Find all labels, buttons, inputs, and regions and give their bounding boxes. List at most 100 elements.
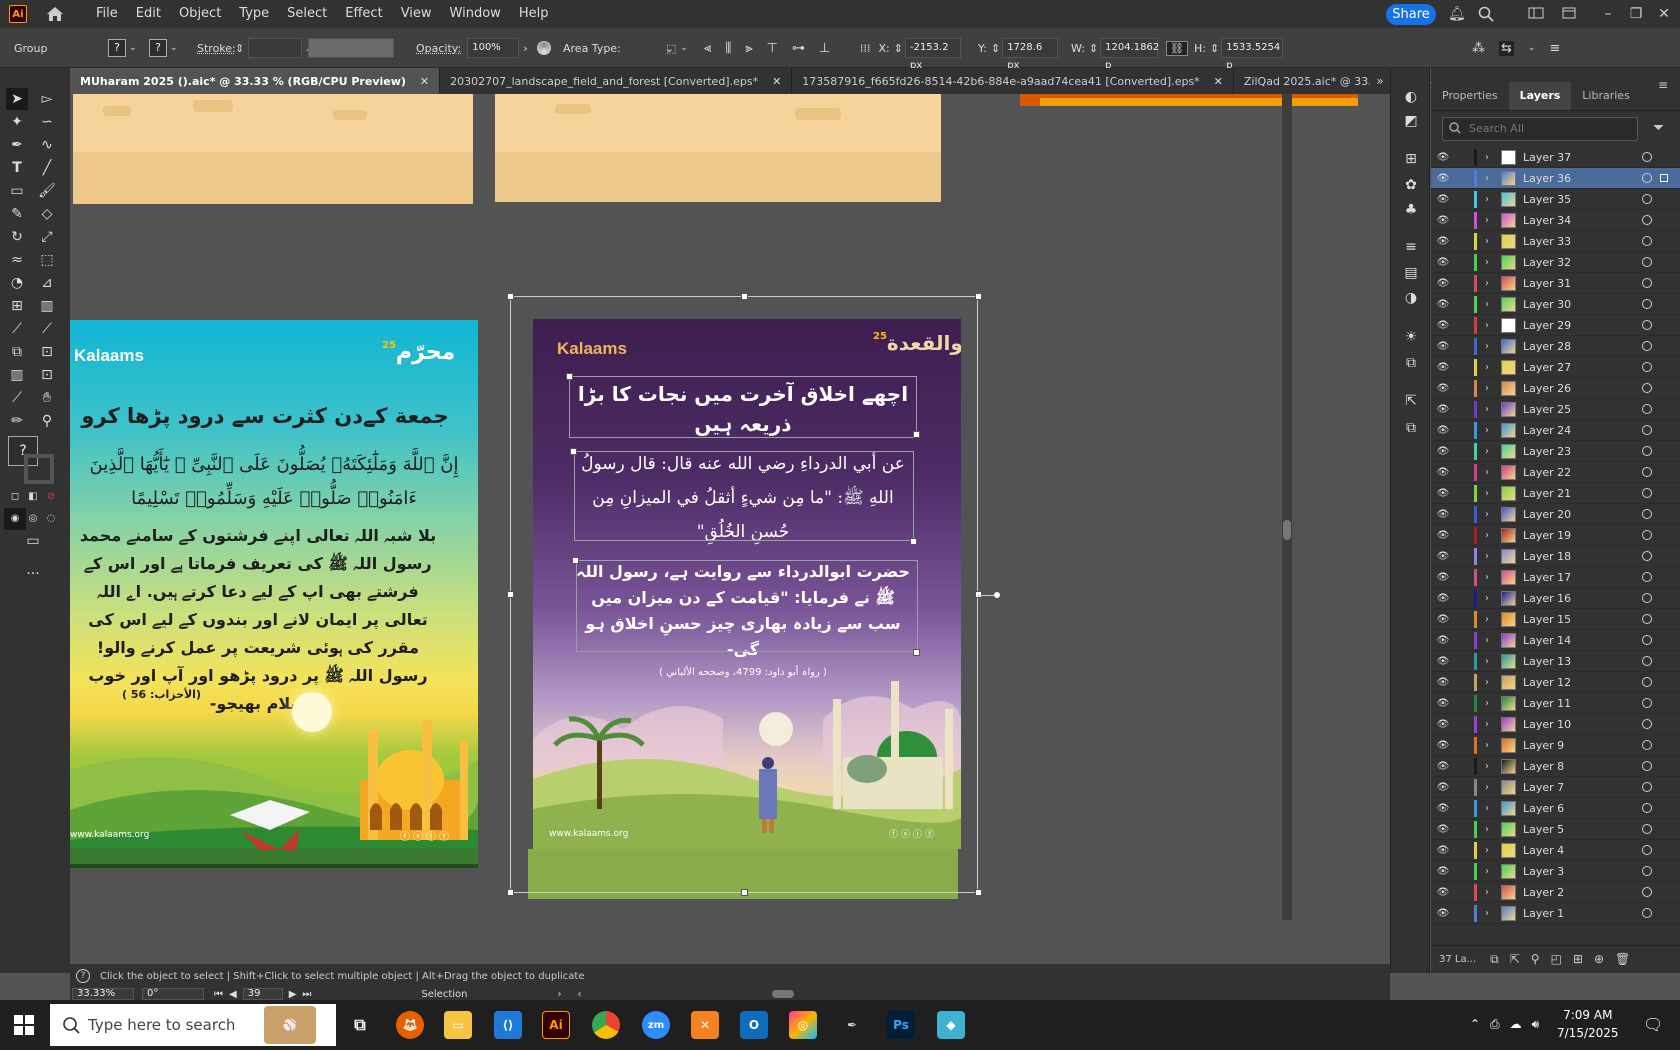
restore-icon[interactable]: ❐ (1628, 6, 1644, 22)
visibility-eye-icon[interactable]: 👁︎ (1431, 656, 1455, 667)
selection-bounding-box[interactable] (510, 296, 978, 893)
notifications-icon[interactable]: 🗨︎ (1643, 1015, 1663, 1034)
layer-row[interactable]: 👁︎ › Layer 4 (1431, 840, 1680, 861)
text-frame-handle[interactable] (566, 373, 573, 380)
zoom-tool-icon[interactable]: ⚲ (36, 410, 58, 432)
chevron-down-icon[interactable]: ⌄ (680, 43, 688, 53)
target-circle-icon[interactable] (1642, 761, 1652, 771)
tabs-overflow-icon[interactable]: » (1370, 68, 1390, 94)
width-tool-icon[interactable]: ≈ (6, 249, 28, 271)
visibility-eye-icon[interactable]: 👁︎ (1431, 530, 1455, 541)
canvas[interactable]: Kalaams محرّم25 جمعة کےدن کثرت سے درود پ… (70, 94, 1370, 964)
graphic-styles-icon[interactable]: ⊞ (1400, 148, 1422, 170)
layer-row[interactable]: 👁︎ › Layer 7 (1431, 777, 1680, 798)
expand-chevron-icon[interactable]: › (1477, 278, 1497, 289)
target-circle-icon[interactable] (1642, 236, 1652, 246)
vscode-icon[interactable]: ⟨⟩ (494, 1011, 522, 1039)
layer-row[interactable]: 👁︎ › Layer 36 (1431, 168, 1680, 189)
target-circle-icon[interactable] (1642, 803, 1652, 813)
target-circle-icon[interactable] (1642, 845, 1652, 855)
target-circle-icon[interactable] (1642, 635, 1652, 645)
layer-row[interactable]: 👁︎ › Layer 15 (1431, 609, 1680, 630)
eraser-tool-icon[interactable]: ◇ (36, 203, 58, 225)
visibility-eye-icon[interactable]: 👁︎ (1431, 782, 1455, 793)
layer-row[interactable]: 👁︎ › Layer 17 (1431, 567, 1680, 588)
visibility-eye-icon[interactable]: 👁︎ (1431, 614, 1455, 625)
visibility-eye-icon[interactable]: 👁︎ (1431, 677, 1455, 688)
layer-row[interactable]: 👁︎ › Layer 20 (1431, 504, 1680, 525)
target-circle-icon[interactable] (1642, 593, 1652, 603)
resize-handle[interactable] (507, 591, 514, 598)
fill-stroke-swatch[interactable]: ? (8, 436, 56, 484)
visibility-eye-icon[interactable]: 👁︎ (1431, 908, 1455, 919)
creative-cloud-icon[interactable]: ◎ (789, 1011, 817, 1039)
zoom-field[interactable]: 33.33% (72, 988, 134, 1000)
firefox-icon[interactable]: 🦊︎ (396, 1011, 424, 1039)
layers-search-input[interactable]: Search All (1442, 117, 1638, 141)
shaper-tool-icon[interactable]: ✎ (6, 203, 28, 225)
opacity-field[interactable]: 100% (467, 38, 520, 58)
visibility-eye-icon[interactable]: 👁︎ (1431, 866, 1455, 877)
expand-chevron-icon[interactable]: › (1477, 803, 1497, 814)
minimize-icon[interactable]: – (1600, 6, 1616, 22)
expand-chevron-icon[interactable]: › (1477, 173, 1497, 184)
layer-row[interactable]: 👁︎ › Layer 21 (1431, 483, 1680, 504)
layer-row[interactable]: 👁︎ › Layer 28 (1431, 336, 1680, 357)
expand-chevron-icon[interactable]: › (1477, 383, 1497, 394)
target-circle-icon[interactable] (1642, 509, 1652, 519)
layer-row[interactable]: 👁︎ › Layer 37 (1431, 147, 1680, 168)
menu-select[interactable]: Select (278, 0, 336, 28)
layer-row[interactable]: 👁︎ › Layer 25 (1431, 399, 1680, 420)
target-circle-icon[interactable] (1642, 383, 1652, 393)
expand-chevron-icon[interactable]: › (1477, 509, 1497, 520)
chrome-icon[interactable] (592, 1011, 620, 1039)
chevron-right-icon[interactable]: › (523, 42, 527, 55)
close-window-icon[interactable]: ✕ (1656, 6, 1672, 22)
visibility-eye-icon[interactable]: 👁︎ (1431, 593, 1455, 604)
expand-chevron-icon[interactable]: › (1477, 845, 1497, 856)
visibility-eye-icon[interactable]: 👁︎ (1431, 845, 1455, 856)
close-tab-icon[interactable]: ✕ (1214, 75, 1223, 88)
target-circle-icon[interactable] (1642, 467, 1652, 477)
zoom-icon[interactable]: zm (642, 1011, 670, 1039)
visibility-eye-icon[interactable]: 👁︎ (1431, 509, 1455, 520)
asset-export-icon[interactable]: ⧉ (1400, 417, 1422, 439)
menu-type[interactable]: Type (230, 0, 278, 28)
document-tab[interactable]: 173587916_f665fd26-8514-42b6-884e-a9aad7… (792, 68, 1234, 94)
artboards-panel-icon[interactable]: ⧉ (1400, 352, 1422, 374)
color-guide-icon[interactable]: ☀ (1400, 326, 1422, 348)
width-field[interactable]: 1204.1862 p (1100, 38, 1159, 71)
clock[interactable]: 7:09 AM 7/15/2025 (1557, 1006, 1619, 1042)
visibility-eye-icon[interactable]: 👁︎ (1431, 446, 1455, 457)
app-icon[interactable]: ◆ (937, 1011, 965, 1039)
layer-row[interactable]: 👁︎ › Layer 16 (1431, 588, 1680, 609)
illustrator-taskbar-icon[interactable]: Ai (542, 1011, 570, 1039)
rectangle-tool-icon[interactable]: ▭ (6, 180, 28, 202)
target-circle-icon[interactable] (1642, 677, 1652, 687)
stroke-swatch[interactable]: ? (149, 39, 167, 57)
new-sublayer-icon[interactable]: ⊞ (1573, 952, 1594, 966)
menu-effect[interactable]: Effect (336, 0, 391, 28)
gradient-tool-icon[interactable]: ▥ (36, 295, 58, 317)
artboard-field[interactable]: 39 (242, 988, 283, 1000)
direct-selection-tool-icon[interactable]: ▻ (36, 88, 58, 110)
fill-swatch[interactable]: ? (108, 39, 126, 57)
target-circle-icon[interactable] (1642, 530, 1652, 540)
blend-tool-icon[interactable]: ⧉ (6, 341, 28, 363)
expand-chevron-icon[interactable]: › (1477, 635, 1497, 646)
panel-tab-properties[interactable]: Properties (1431, 82, 1509, 110)
panel-tab-libraries[interactable]: Libraries (1571, 82, 1641, 110)
text-frame-handle[interactable] (910, 538, 917, 545)
layer-row[interactable]: 👁︎ › Layer 29 (1431, 315, 1680, 336)
layer-row[interactable]: 👁︎ › Layer 34 (1431, 210, 1680, 231)
task-view-icon[interactable]: ⧉ (346, 1011, 374, 1039)
visibility-eye-icon[interactable]: 👁︎ (1431, 635, 1455, 646)
visibility-eye-icon[interactable]: 👁︎ (1431, 719, 1455, 730)
resize-handle[interactable] (507, 889, 514, 896)
expand-chevron-icon[interactable]: › (1477, 677, 1497, 688)
first-artboard-icon[interactable]: ⏮ (214, 989, 223, 1000)
resize-handle[interactable] (507, 293, 514, 300)
visibility-eye-icon[interactable]: 👁︎ (1431, 299, 1455, 310)
expand-chevron-icon[interactable]: › (1477, 215, 1497, 226)
visibility-eye-icon[interactable]: 👁︎ (1431, 572, 1455, 583)
